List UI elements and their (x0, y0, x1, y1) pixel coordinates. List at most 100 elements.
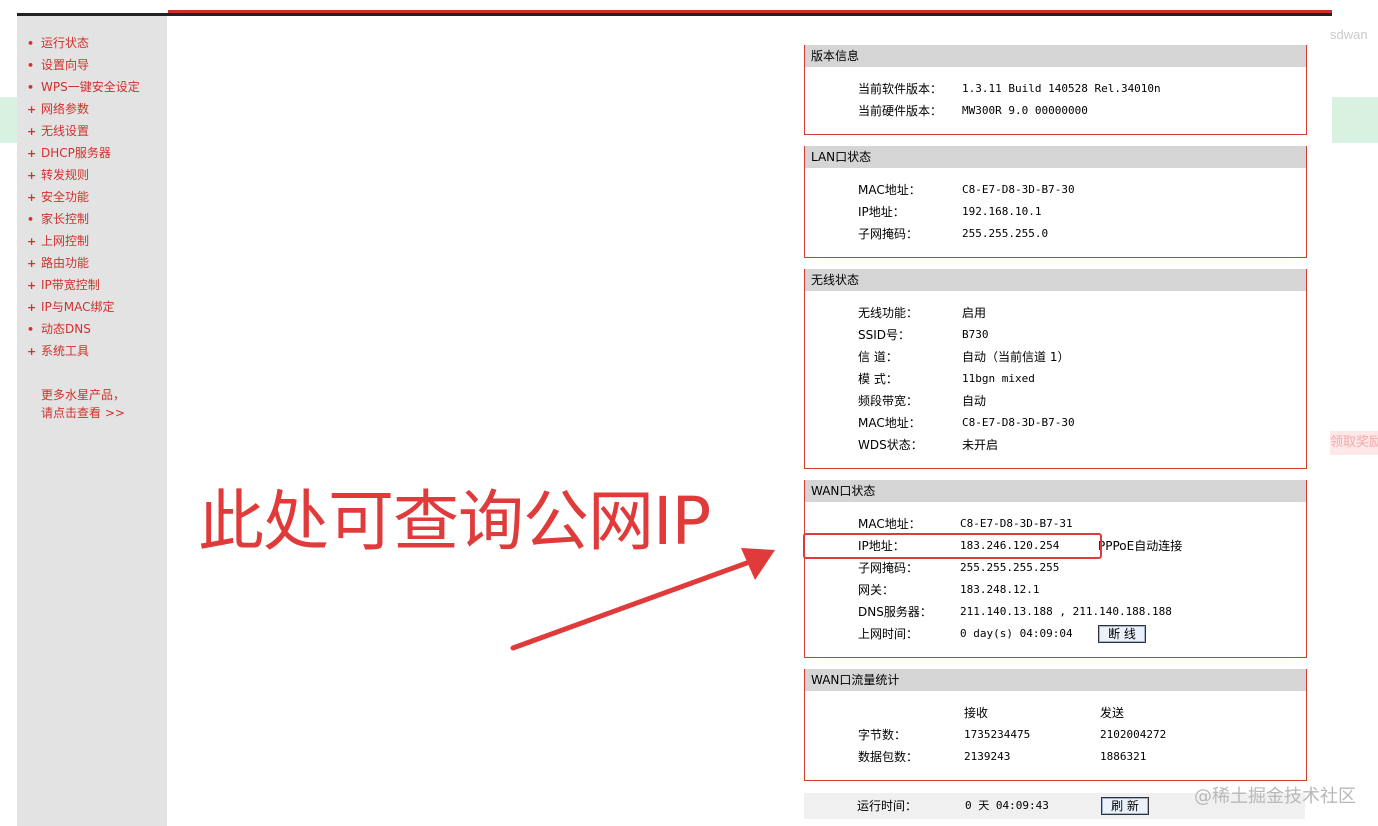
lan-ip-label: IP地址： (858, 205, 905, 219)
wireless-mac-value: C8-E7-D8-3D-B7-30 (962, 416, 1075, 429)
lan-mac-label: MAC地址： (858, 183, 921, 197)
bytes-label: 字节数： (858, 728, 907, 742)
more-products-line2: 请点击查看 >> (41, 406, 125, 420)
version-panel-title: 版本信息 (805, 45, 1306, 67)
sidebar-bullet-icon: • (27, 213, 35, 226)
wan-mask-value: 255.255.255.255 (960, 561, 1060, 574)
background-left-block (0, 97, 17, 143)
sidebar-item[interactable]: • WPS一键安全设定 (27, 78, 140, 100)
sidebar-item[interactable]: + IP与MAC绑定 (27, 298, 140, 320)
sidebar-bullet-icon: + (27, 103, 37, 116)
sidebar-bullet-icon: • (27, 37, 35, 50)
lan-panel: LAN口状态 MAC地址： C8-E7-D8-3D-B7-30 IP地址： 192.… (804, 146, 1307, 258)
bytes-received: 1735234475 (964, 728, 1031, 741)
lan-mac-value: C8-E7-D8-3D-B7-30 (962, 183, 1075, 196)
software-version-label: 当前软件版本： (858, 82, 943, 96)
background-reward-badge: 领取奖励 (1330, 431, 1378, 455)
header-red-line (168, 10, 1332, 13)
sidebar-item-label: 运行状态 (41, 36, 90, 50)
sidebar-bullet-icon: • (27, 81, 35, 94)
background-right-block (1332, 97, 1378, 143)
sidebar-item-label: 上网控制 (41, 234, 90, 248)
more-products-line1: 更多水星产品， (41, 388, 126, 402)
runtime-value: 0 天 04:09:43 (965, 799, 1049, 812)
bandwidth-label: 频段带宽： (858, 394, 919, 408)
wan-panel: WAN口状态 MAC地址： C8-E7-D8-3D-B7-31 IP地址： 183.… (804, 480, 1307, 658)
sidebar: • 运行状态 • 设置向导 • WPS一键安全设定 + 网络参数 + 无线设置 + DHCP服务器 + 转… (17, 16, 167, 826)
sidebar-item[interactable]: + 安全功能 (27, 188, 140, 210)
packets-sent: 1886321 (1100, 750, 1147, 763)
sidebar-item-label: 动态DNS (41, 322, 91, 336)
sidebar-item[interactable]: + 上网控制 (27, 232, 140, 254)
refresh-button[interactable]: 刷 新 (1101, 797, 1149, 815)
gateway-label: 网关： (858, 583, 895, 597)
sidebar-item[interactable]: + DHCP服务器 (27, 144, 140, 166)
wan-mac-value: C8-E7-D8-3D-B7-31 (960, 517, 1073, 530)
sidebar-item-label: 系统工具 (41, 344, 90, 358)
traffic-panel-title: WAN口流量统计 (805, 669, 1306, 691)
wan-connection-type: PPPoE自动连接 (1098, 539, 1183, 553)
sidebar-item[interactable]: + 系统工具 (27, 342, 140, 364)
sidebar-item[interactable]: + 无线设置 (27, 122, 140, 144)
sidebar-item[interactable]: + IP带宽控制 (27, 276, 140, 298)
sidebar-item-label: 无线设置 (41, 124, 90, 138)
lan-panel-title: LAN口状态 (805, 146, 1306, 168)
bandwidth-value: 自动 (962, 394, 987, 408)
sidebar-bullet-icon: • (27, 323, 35, 336)
wireless-panel: 无线状态 无线功能： 启用 SSID号： B730 信 道： 自动（当前信道 1） 模… (804, 269, 1307, 469)
channel-label: 信 道： (858, 350, 898, 364)
packets-received: 2139243 (964, 750, 1011, 763)
version-panel: 版本信息 当前软件版本： 1.3.11 Build 140528 Rel.3401… (804, 45, 1307, 135)
more-products-link[interactable]: 更多水星产品， 请点击查看 >> (41, 386, 125, 422)
wireless-function-value: 启用 (962, 306, 987, 320)
wan-panel-title: WAN口状态 (805, 480, 1306, 502)
ssid-label: SSID号： (858, 328, 911, 342)
wds-value: 未开启 (962, 438, 999, 452)
disconnect-button[interactable]: 断 线 (1098, 625, 1146, 643)
bytes-sent: 2102004272 (1100, 728, 1167, 741)
gateway-value: 183.248.12.1 (960, 583, 1040, 596)
sidebar-item-label: 转发规则 (41, 168, 90, 182)
lan-ip-value: 192.168.10.1 (962, 205, 1042, 218)
received-header: 接收 (964, 706, 989, 720)
sidebar-item[interactable]: • 动态DNS (27, 320, 140, 342)
sidebar-item[interactable]: + 网络参数 (27, 100, 140, 122)
sidebar-bullet-icon: + (27, 191, 37, 204)
sidebar-item-label: DHCP服务器 (41, 146, 111, 160)
sidebar-item-label: WPS一键安全设定 (41, 80, 140, 94)
sidebar-bullet-icon: + (27, 125, 37, 138)
background-top-right-text: sdwan (1330, 27, 1368, 42)
online-time-value: 0 day(s) 04:09:04 (960, 627, 1073, 640)
sidebar-item-label: 家长控制 (41, 212, 90, 226)
hardware-version-value: MW300R 9.0 00000000 (962, 104, 1088, 117)
sidebar-item[interactable]: + 转发规则 (27, 166, 140, 188)
sidebar-item[interactable]: • 家长控制 (27, 210, 140, 232)
site-watermark: @稀土掘金技术社区 (1194, 786, 1356, 807)
sidebar-bullet-icon: • (27, 59, 35, 72)
annotation-arrow-icon (510, 548, 775, 651)
dns-label: DNS服务器： (858, 605, 932, 619)
sidebar-bullet-icon: + (27, 169, 37, 182)
sidebar-item[interactable]: + 路由功能 (27, 254, 140, 276)
sidebar-item-label: 设置向导 (41, 58, 90, 72)
wireless-panel-title: 无线状态 (805, 269, 1306, 291)
wireless-function-label: 无线功能： (858, 306, 919, 320)
sidebar-bullet-icon: + (27, 147, 37, 160)
hardware-version-label: 当前硬件版本： (858, 104, 943, 118)
packets-label: 数据包数： (858, 750, 919, 764)
sidebar-menu: • 运行状态 • 设置向导 • WPS一键安全设定 + 网络参数 + 无线设置 + DHCP服务器 + 转… (27, 34, 140, 364)
sidebar-bullet-icon: + (27, 235, 37, 248)
sidebar-item[interactable]: • 设置向导 (27, 56, 140, 78)
channel-value: 自动（当前信道 1） (962, 350, 1070, 364)
header-black-line (17, 13, 1332, 16)
ssid-value: B730 (962, 328, 989, 341)
sidebar-item-label: 网络参数 (41, 102, 90, 116)
sidebar-bullet-icon: + (27, 257, 37, 270)
sidebar-item[interactable]: • 运行状态 (27, 34, 140, 56)
ip-highlight-box (803, 533, 1102, 559)
sidebar-item-label: IP带宽控制 (41, 278, 100, 292)
lan-mask-label: 子网掩码： (858, 227, 919, 241)
wireless-mac-label: MAC地址： (858, 416, 921, 430)
sidebar-item-label: 安全功能 (41, 190, 90, 204)
sidebar-bullet-icon: + (27, 301, 37, 314)
